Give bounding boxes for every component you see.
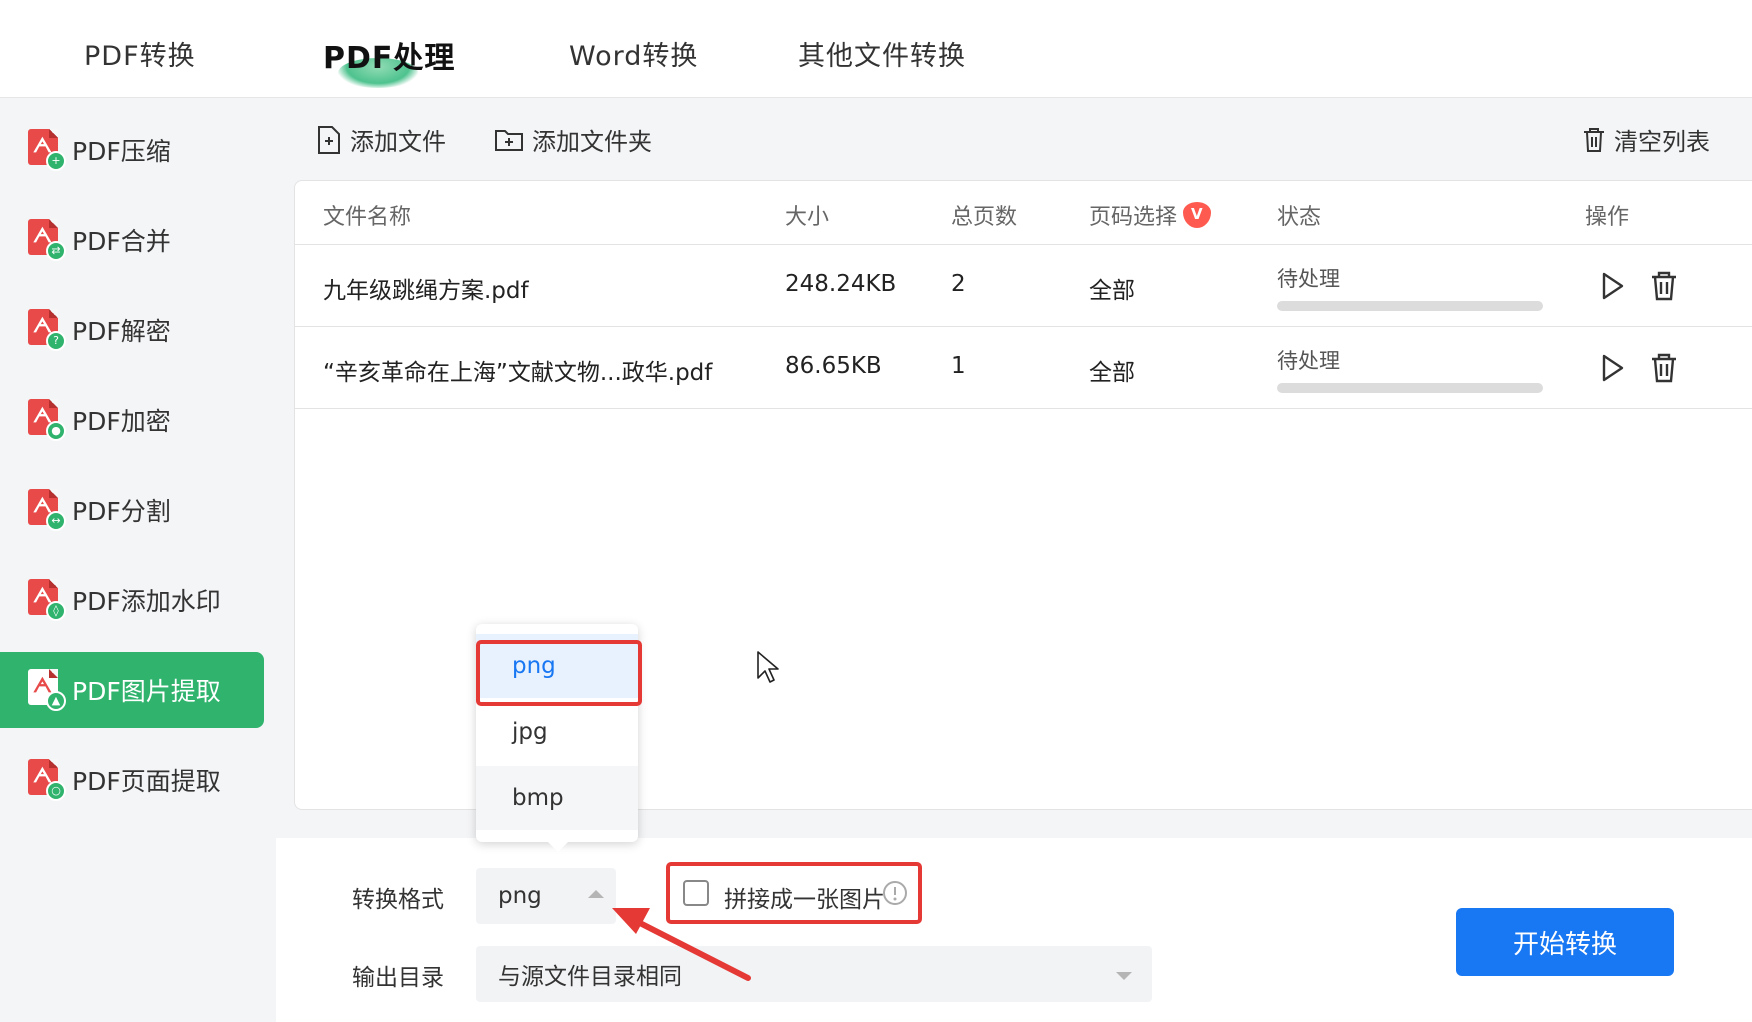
status-text: 待处理 <box>1277 267 1340 291</box>
tab-other-convert[interactable]: 其他文件转换 <box>798 34 966 73</box>
table-row: “辛亥革命在上海”文献文物...政华.pdf 86.65KB 1 全部 待处理 <box>295 327 1752 409</box>
delete-icon[interactable] <box>1647 269 1681 303</box>
vip-crown-icon <box>1183 202 1212 228</box>
tab-pdf-process[interactable]: PDF处理 <box>323 33 455 77</box>
format-option-bmp[interactable]: bmp <box>476 766 638 830</box>
header-status: 状态 <box>1277 205 1322 230</box>
sidebar-item-label: PDF合并 <box>72 227 171 256</box>
pdf-encrypt-icon: ᗅ ● <box>26 397 66 443</box>
status-cell: 待处理 <box>1277 345 1545 393</box>
header-size: 大小 <box>785 205 830 230</box>
add-file-button[interactable]: 添加文件 <box>316 122 446 157</box>
start-convert-button[interactable]: 开始转换 <box>1456 908 1674 976</box>
format-select-value: png <box>498 883 542 909</box>
progress-bar <box>1277 301 1543 311</box>
sidebar-item-label: PDF加密 <box>72 407 171 436</box>
pdf-page-extract-icon: ᗅ ○ <box>26 757 66 803</box>
add-file-label: 添加文件 <box>350 128 446 156</box>
file-size: 248.24KB <box>785 271 897 297</box>
pdf-decrypt-icon: ᗅ? <box>26 307 66 353</box>
pdf-watermark-icon: ᗅ ◊ <box>26 577 66 623</box>
file-name: 九年级跳绳方案.pdf <box>323 278 529 304</box>
mouse-cursor-icon <box>757 651 779 683</box>
merge-checkbox[interactable] <box>683 880 709 906</box>
tab-word-convert[interactable]: Word转换 <box>569 34 698 73</box>
pdf-merge-icon: ᗅ ⇄ <box>26 217 66 263</box>
sidebar-item-pdf-page-extract[interactable]: ᗅ ○ PDF页面提取 <box>0 742 264 818</box>
add-folder-label: 添加文件夹 <box>532 128 652 156</box>
merge-label: 拼接成一张图片 <box>724 887 885 913</box>
sidebar-item-pdf-merge[interactable]: ᗅ ⇄ PDF合并 <box>0 202 264 278</box>
sidebar-item-label: PDF图片提取 <box>72 677 221 706</box>
toolbar: 添加文件 添加文件夹 清空列表 <box>276 98 1752 178</box>
format-select[interactable]: png <box>476 868 616 924</box>
sidebar-item-pdf-split[interactable]: ᗅ ↔ PDF分割 <box>0 472 264 548</box>
file-size: 86.65KB <box>785 353 882 379</box>
table-header: 文件名称 大小 总页数 页码选择 状态 操作 <box>295 181 1752 245</box>
format-label: 转换格式 <box>352 887 444 913</box>
top-tab-bar: PDF转换 PDF处理 Word转换 其他文件转换 <box>0 0 1752 98</box>
clear-list-label: 清空列表 <box>1614 128 1710 156</box>
sidebar-item-label: PDF解密 <box>72 317 171 346</box>
header-pages: 总页数 <box>951 205 1018 230</box>
output-label: 输出目录 <box>352 965 444 991</box>
sidebar: ᗅ + PDF压缩 ᗅ ⇄ PDF合并 ᗅ? PDF解密 ᗅ ● PDF加密 ᗅ ↔ P… <box>0 98 276 1022</box>
tab-pdf-convert[interactable]: PDF转换 <box>84 34 196 73</box>
status-text: 待处理 <box>1277 349 1340 373</box>
sidebar-item-label: PDF分割 <box>72 497 171 526</box>
header-page-select: 页码选择 <box>1089 199 1212 231</box>
format-option-jpg[interactable]: jpg <box>476 700 638 764</box>
sidebar-item-pdf-compress[interactable]: ᗅ + PDF压缩 <box>0 112 264 188</box>
file-pages: 2 <box>951 271 966 297</box>
sidebar-item-pdf-image-extract[interactable]: ᗅ ▲ PDF图片提取 <box>0 652 264 728</box>
header-name: 文件名称 <box>323 205 412 230</box>
sidebar-item-label: PDF压缩 <box>72 137 171 166</box>
caret-up-icon <box>588 890 604 898</box>
pdf-image-extract-icon: ᗅ ▲ <box>26 667 66 713</box>
add-folder-button[interactable]: 添加文件夹 <box>494 122 652 157</box>
status-cell: 待处理 <box>1277 263 1545 311</box>
file-pages: 1 <box>951 353 966 379</box>
add-file-icon <box>318 125 340 154</box>
sidebar-item-label: PDF添加水印 <box>72 587 221 616</box>
pdf-compress-icon: ᗅ + <box>26 127 66 173</box>
settings-panel: 转换格式 png 拼接成一张图片 输出目录 与源文件目录相同 开始转换 <box>276 838 1752 1022</box>
annotation-highlight-png <box>476 640 642 706</box>
file-name: “辛亥革命在上海”文献文物...政华.pdf <box>323 360 713 386</box>
sidebar-item-pdf-decrypt[interactable]: ᗅ? PDF解密 <box>0 292 264 368</box>
add-folder-icon <box>495 129 523 151</box>
table-row: 九年级跳绳方案.pdf 248.24KB 2 全部 待处理 <box>295 245 1752 327</box>
progress-bar <box>1277 383 1543 393</box>
main-panel: 添加文件 添加文件夹 清空列表 文件名称 大小 总页数 页码选择 状态 操作 <box>276 98 1752 1022</box>
sidebar-item-pdf-encrypt[interactable]: ᗅ ● PDF加密 <box>0 382 264 458</box>
sidebar-item-label: PDF页面提取 <box>72 767 221 796</box>
trash-icon <box>1584 127 1604 152</box>
clear-list-button[interactable]: 清空列表 <box>1582 122 1710 157</box>
output-dir-select[interactable]: 与源文件目录相同 <box>476 946 1152 1002</box>
play-icon[interactable] <box>1595 351 1629 385</box>
header-ops: 操作 <box>1585 205 1630 230</box>
info-icon[interactable] <box>882 880 908 906</box>
page-select-value[interactable]: 全部 <box>1089 271 1135 305</box>
sidebar-item-pdf-watermark[interactable]: ᗅ ◊ PDF添加水印 <box>0 562 264 638</box>
delete-icon[interactable] <box>1647 351 1681 385</box>
output-dir-value: 与源文件目录相同 <box>498 964 682 990</box>
play-icon[interactable] <box>1595 269 1629 303</box>
header-page-select-label: 页码选择 <box>1089 205 1178 230</box>
caret-down-icon <box>1116 972 1132 980</box>
pdf-split-icon: ᗅ ↔ <box>26 487 66 533</box>
page-select-value[interactable]: 全部 <box>1089 353 1135 387</box>
